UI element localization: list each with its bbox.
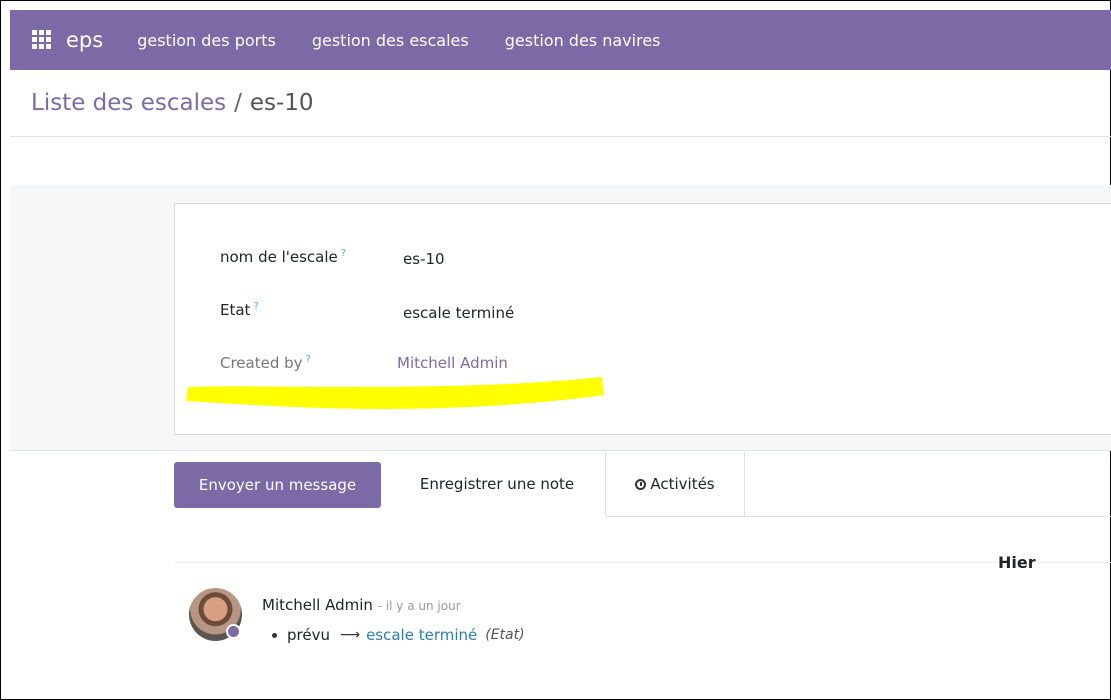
field-label: Etat? — [220, 301, 259, 319]
bullet-icon — [272, 632, 277, 638]
app-brand[interactable]: eps — [66, 28, 103, 52]
activities-tab[interactable]: Activités — [606, 452, 745, 516]
top-menu: gestion des ports gestion des escales ge… — [137, 31, 696, 50]
breadcrumb-parent[interactable]: Liste des escales — [31, 90, 226, 116]
chatter-topbar: Envoyer un message Enregistrer une note … — [174, 452, 1111, 517]
top-navbar: eps gestion des ports gestion des escale… — [10, 10, 1111, 70]
date-separator-label: Hier — [998, 553, 1036, 572]
field-label: Created by? — [220, 354, 311, 372]
log-note-tab[interactable]: Enregistrer une note — [389, 452, 606, 516]
old-value: prévu — [287, 626, 330, 644]
breadcrumb: Liste des escales / es-10 — [10, 70, 1111, 137]
menu-gestion-ports[interactable]: gestion des ports — [137, 31, 276, 50]
apps-grid-icon[interactable] — [32, 30, 52, 50]
menu-gestion-escales[interactable]: gestion des escales — [312, 31, 469, 50]
created-by-link[interactable]: Mitchell Admin — [397, 354, 508, 372]
help-icon[interactable]: ? — [341, 248, 346, 259]
field-value: es-10 — [403, 250, 445, 268]
field-label: nom de l'escale? — [220, 248, 347, 266]
divider — [606, 516, 1111, 517]
date-separator-line — [174, 562, 1111, 563]
message-header: Mitchell Admin - il y a un jour — [262, 596, 461, 614]
control-panel-bar — [10, 137, 1111, 186]
message-author[interactable]: Mitchell Admin — [262, 596, 373, 614]
breadcrumb-current: es-10 — [249, 90, 314, 116]
field-value: escale terminé — [403, 304, 515, 322]
activities-label: Activités — [650, 475, 715, 493]
arrow-right-icon: ⟶ — [339, 627, 361, 643]
message-time: - il y a un jour — [377, 599, 461, 613]
tracked-field-name: (Etat) — [485, 627, 525, 643]
status-dot-icon — [226, 624, 241, 639]
menu-gestion-navires[interactable]: gestion des navires — [505, 31, 661, 50]
clock-icon — [635, 478, 647, 490]
help-icon[interactable]: ? — [306, 354, 311, 365]
send-message-button[interactable]: Envoyer un message — [174, 462, 381, 508]
yellow-highlight-mark — [186, 377, 604, 409]
tracking-value: prévu ⟶ escale terminé (Etat) — [272, 626, 525, 644]
avatar[interactable] — [189, 588, 242, 641]
new-value: escale terminé — [366, 626, 478, 644]
breadcrumb-separator: / — [234, 90, 242, 116]
help-icon[interactable]: ? — [253, 301, 258, 312]
